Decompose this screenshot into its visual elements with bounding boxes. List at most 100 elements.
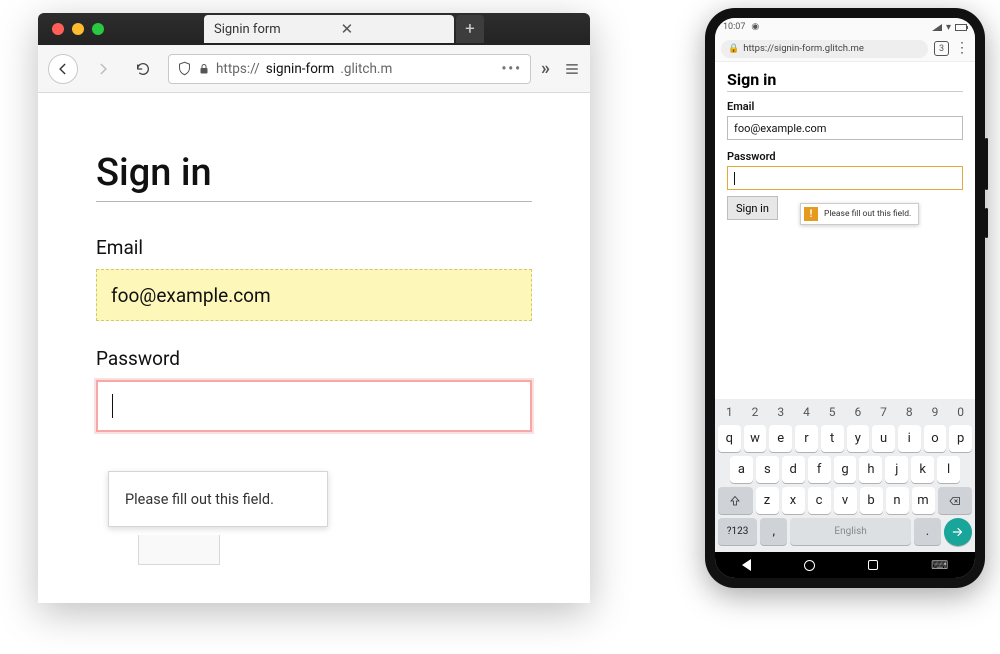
key-1[interactable]: 1 — [718, 403, 741, 421]
tab-count-button[interactable]: 3 — [934, 41, 949, 56]
key-b[interactable]: b — [860, 487, 883, 514]
arrow-left-icon — [56, 62, 70, 76]
key-v[interactable]: v — [834, 487, 857, 514]
nav-keyboard-icon[interactable]: ⌨ — [931, 558, 948, 572]
key-0[interactable]: 0 — [949, 403, 972, 421]
phone-email-label: Email — [727, 100, 963, 113]
phone-url: https://signin-form.glitch.me — [743, 43, 864, 54]
key-k[interactable]: k — [911, 456, 934, 483]
text-caret — [734, 172, 735, 185]
android-nav-bar: ⌨ — [715, 552, 975, 578]
url-rest: .glitch.m — [340, 61, 392, 77]
signin-button-obscured[interactable] — [138, 535, 220, 565]
new-tab-button[interactable]: + — [456, 15, 484, 43]
reload-button[interactable] — [128, 54, 158, 84]
more-menu-icon[interactable]: ⋮ — [955, 45, 969, 52]
phone-browser-toolbar: 🔒 https://signin-form.glitch.me 3 ⋮ — [715, 36, 975, 62]
backspace-key[interactable] — [938, 487, 973, 514]
phone-validation-message: Please fill out this field. — [824, 209, 911, 219]
phone-password-input[interactable] — [727, 166, 963, 190]
forward-button[interactable] — [88, 54, 118, 84]
keyboard-row-1: qwertyuiop — [718, 425, 972, 452]
phone-address-bar[interactable]: 🔒 https://signin-form.glitch.me — [721, 40, 928, 58]
reload-icon — [135, 61, 151, 77]
password-input[interactable] — [96, 380, 532, 432]
key-f[interactable]: f — [808, 456, 831, 483]
page-actions-icon[interactable]: ••• — [501, 61, 522, 77]
nav-home-button[interactable] — [804, 560, 815, 571]
key-5[interactable]: 5 — [821, 403, 844, 421]
key-u[interactable]: u — [872, 425, 895, 452]
back-button[interactable] — [48, 54, 78, 84]
comma-key[interactable]: , — [760, 518, 787, 545]
browser-toolbar: https://signin-form.glitch.m ••• » — [38, 45, 590, 93]
email-input[interactable]: foo@example.com — [96, 269, 532, 321]
phone-email-input[interactable]: foo@example.com — [727, 116, 963, 140]
phone-screen: 10:07 ◉ ▾ 🔒 https://signin-form.glitch.m… — [715, 18, 975, 578]
browser-tab[interactable]: Signin form ✕ — [204, 15, 454, 43]
key-p[interactable]: p — [949, 425, 972, 452]
key-x[interactable]: x — [782, 487, 805, 514]
key-4[interactable]: 4 — [795, 403, 818, 421]
key-g[interactable]: g — [834, 456, 857, 483]
key-w[interactable]: w — [744, 425, 767, 452]
battery-icon — [955, 24, 967, 31]
key-q[interactable]: q — [718, 425, 741, 452]
keyboard-row-2: asdfghjkl — [718, 456, 972, 483]
enter-icon — [951, 525, 965, 539]
text-caret — [112, 394, 113, 418]
password-label: Password — [96, 347, 532, 370]
phone-password-label: Password — [727, 150, 963, 163]
minimize-window-button[interactable] — [72, 23, 84, 35]
wifi-icon: ▾ — [946, 22, 951, 33]
soft-keyboard: 1234567890 qwertyuiop asdfghjkl zxcvbnm … — [715, 399, 975, 552]
key-t[interactable]: t — [821, 425, 844, 452]
key-j[interactable]: j — [885, 456, 908, 483]
key-r[interactable]: r — [795, 425, 818, 452]
key-o[interactable]: o — [924, 425, 947, 452]
lock-icon: 🔒 — [728, 44, 739, 54]
key-c[interactable]: c — [808, 487, 831, 514]
window-controls — [38, 23, 104, 35]
nav-recents-button[interactable] — [868, 560, 878, 570]
signal-icon — [932, 24, 942, 31]
email-label: Email — [96, 236, 532, 259]
signin-button[interactable]: Sign in — [727, 196, 778, 220]
address-bar[interactable]: https://signin-form.glitch.m ••• — [168, 54, 531, 84]
keyboard-row-3: zxcvbnm — [718, 487, 972, 514]
period-key[interactable]: . — [914, 518, 941, 545]
key-s[interactable]: s — [756, 456, 779, 483]
key-9[interactable]: 9 — [924, 403, 947, 421]
key-i[interactable]: i — [898, 425, 921, 452]
key-8[interactable]: 8 — [898, 403, 921, 421]
enter-key[interactable] — [944, 518, 972, 546]
key-3[interactable]: 3 — [769, 403, 792, 421]
maximize-window-button[interactable] — [92, 23, 104, 35]
key-z[interactable]: z — [756, 487, 779, 514]
arrow-right-icon — [96, 62, 110, 76]
nav-back-button[interactable] — [742, 559, 751, 571]
close-window-button[interactable] — [52, 23, 64, 35]
symbols-key[interactable]: ?123 — [718, 518, 757, 545]
key-a[interactable]: a — [730, 456, 753, 483]
key-e[interactable]: e — [769, 425, 792, 452]
key-d[interactable]: d — [782, 456, 805, 483]
validation-tooltip: Please fill out this field. — [108, 471, 328, 527]
space-key[interactable]: English — [790, 518, 911, 545]
warning-icon: ! — [804, 207, 818, 221]
key-m[interactable]: m — [912, 487, 935, 514]
menu-icon[interactable] — [564, 62, 580, 76]
phone-side-button-2 — [985, 208, 988, 238]
overflow-chevron-icon[interactable]: » — [541, 58, 550, 79]
key-l[interactable]: l — [937, 456, 960, 483]
key-y[interactable]: y — [847, 425, 870, 452]
key-h[interactable]: h — [859, 456, 882, 483]
key-7[interactable]: 7 — [872, 403, 895, 421]
key-n[interactable]: n — [886, 487, 909, 514]
key-2[interactable]: 2 — [744, 403, 767, 421]
lock-icon — [198, 63, 210, 75]
close-tab-icon[interactable]: ✕ — [341, 22, 354, 37]
shift-key[interactable] — [718, 487, 753, 514]
phone-page-heading: Sign in — [727, 70, 963, 92]
key-6[interactable]: 6 — [847, 403, 870, 421]
